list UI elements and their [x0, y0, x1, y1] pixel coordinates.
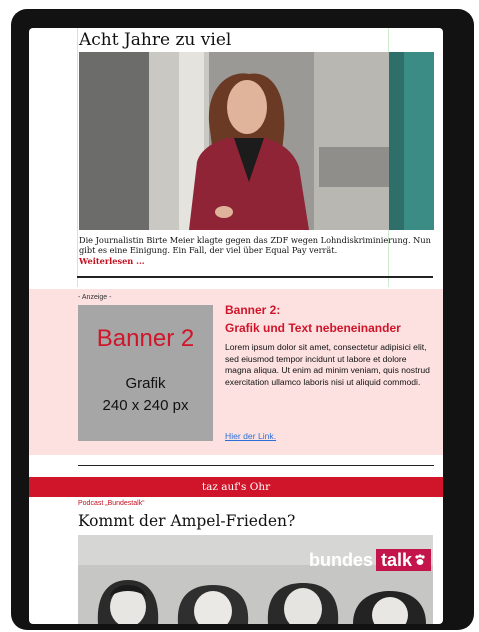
ad-label: - Anzeige - [78, 294, 112, 301]
ad-body-text: Lorem ipsum dolor sit amet, consectetur … [225, 342, 430, 387]
logo-part-talk: talk [375, 549, 431, 571]
article-headline[interactable]: Acht Jahre zu viel [79, 30, 231, 50]
podcast-image[interactable]: bundes talk [78, 535, 433, 624]
ad-banner[interactable]: - Anzeige - Banner 2 Grafik 240 x 240 px… [29, 289, 443, 455]
article-divider [77, 276, 433, 278]
ad-grafik-line1: Grafik [125, 375, 166, 392]
podcast-title[interactable]: Kommt der Ampel-Frieden? [78, 512, 295, 530]
read-more-link[interactable]: Weiterlesen ... [79, 256, 145, 266]
article-caption: Die Journalistin Birte Meier klagte gege… [79, 235, 431, 255]
logo-part-bundes: bundes [308, 550, 373, 570]
page-frame: Acht Jahre zu viel Die Journalistin Birt… [0, 0, 479, 632]
ad-grafik-title: Banner 2 [96, 325, 195, 352]
article-photo[interactable] [79, 52, 434, 230]
photo-illustration [79, 52, 434, 230]
logo-talk-text: talk [380, 550, 412, 570]
section-divider [78, 465, 434, 466]
bundestalk-logo: bundes talk [309, 549, 431, 571]
newsletter-screen[interactable]: Acht Jahre zu viel Die Journalistin Birt… [29, 28, 443, 624]
section-bar: taz auf's Ohr [29, 477, 443, 497]
paw-icon [415, 554, 425, 565]
ad-grafik-placeholder[interactable]: Banner 2 Grafik 240 x 240 px [78, 305, 213, 441]
podcast-kicker: Podcast „Bundestalk“ [78, 500, 145, 507]
ad-link[interactable]: Hier der Link. [225, 431, 276, 441]
ad-title-line2: Grafik und Text nebeneinander [225, 321, 401, 335]
ad-title-line1: Banner 2: [225, 303, 281, 317]
ad-grafik-line2: 240 x 240 px [102, 397, 189, 414]
